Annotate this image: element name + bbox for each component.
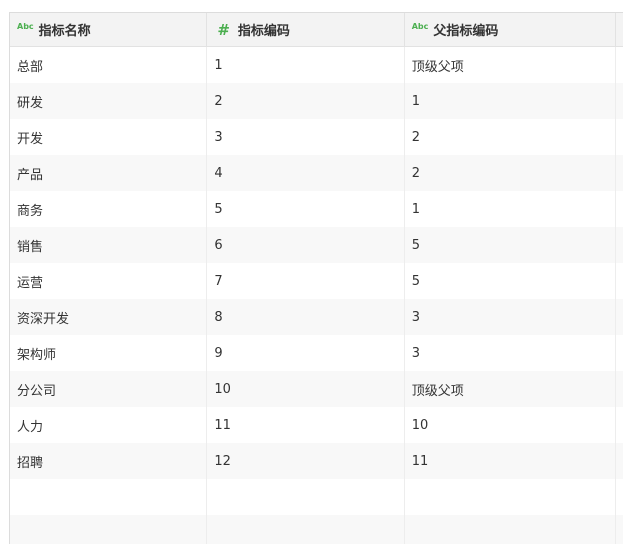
column-header-overflow [616,13,623,46]
table-row[interactable]: 招聘 12 11 [10,443,623,479]
cell-parent-code[interactable]: 1 [405,191,616,227]
cell-parent-code[interactable]: 1 [405,83,616,119]
cell-indicator-code[interactable]: 5 [207,191,405,227]
cell-parent-code[interactable]: 5 [405,263,616,299]
cell-overflow [616,47,623,83]
cell-indicator-code[interactable]: 4 [207,155,405,191]
cell-parent-code[interactable]: 2 [405,155,616,191]
cell-indicator-name[interactable]: 运营 [10,263,208,299]
table-row[interactable] [10,479,623,515]
cell-indicator-code[interactable]: 9 [207,335,405,371]
column-header-parent-code[interactable]: Abc 父指标编码 [405,13,616,46]
text-type-icon: Abc [411,22,429,31]
number-type-icon: # [217,20,230,39]
cell-parent-code[interactable]: 5 [405,227,616,263]
cell-indicator-code[interactable] [207,515,405,544]
cell-indicator-name[interactable]: 分公司 [10,371,208,407]
cell-parent-code[interactable]: 3 [405,335,616,371]
table-row[interactable]: 运营 7 5 [10,263,623,299]
table-row[interactable]: 人力 11 10 [10,407,623,443]
table-body: 总部 1 顶级父项 研发 2 1 开发 3 2 产品 4 2 商务 5 1 销售 6 5 运营 7 5 资深开发 8 3 架构师… [10,47,623,544]
cell-parent-code[interactable]: 10 [405,407,616,443]
cell-overflow [616,119,623,155]
cell-indicator-code[interactable]: 7 [207,263,405,299]
cell-indicator-name[interactable]: 商务 [10,191,208,227]
column-header-indicator-code[interactable]: # 指标编码 [207,13,405,46]
cell-parent-code[interactable]: 顶级父项 [405,47,616,83]
cell-overflow [616,227,623,263]
cell-indicator-name[interactable]: 总部 [10,47,208,83]
cell-parent-code[interactable]: 3 [405,299,616,335]
cell-indicator-code[interactable]: 3 [207,119,405,155]
cell-indicator-name[interactable]: 销售 [10,227,208,263]
table-row[interactable]: 销售 6 5 [10,227,623,263]
cell-parent-code[interactable]: 2 [405,119,616,155]
table-row[interactable]: 研发 2 1 [10,83,623,119]
cell-indicator-code[interactable]: 2 [207,83,405,119]
table-header: Abc 指标名称 # 指标编码 Abc 父指标编码 [10,13,623,47]
cell-overflow [616,299,623,335]
cell-indicator-code[interactable]: 12 [207,443,405,479]
cell-indicator-name[interactable]: 产品 [10,155,208,191]
column-header-indicator-name[interactable]: Abc 指标名称 [10,13,208,46]
cell-overflow [616,443,623,479]
cell-indicator-name[interactable] [10,515,208,544]
column-header-label: 父指标编码 [433,24,499,39]
cell-indicator-name[interactable]: 研发 [10,83,208,119]
cell-overflow [616,155,623,191]
cell-indicator-name[interactable]: 招聘 [10,443,208,479]
cell-indicator-code[interactable]: 10 [207,371,405,407]
cell-indicator-name[interactable] [10,479,208,515]
cell-overflow [616,263,623,299]
table-row[interactable]: 分公司 10 顶级父项 [10,371,623,407]
cell-indicator-code[interactable]: 6 [207,227,405,263]
cell-overflow [616,83,623,119]
table-row[interactable]: 资深开发 8 3 [10,299,623,335]
cell-parent-code[interactable] [405,479,616,515]
table-row[interactable] [10,515,623,544]
table-row[interactable]: 开发 3 2 [10,119,623,155]
cell-indicator-name[interactable]: 架构师 [10,335,208,371]
cell-indicator-code[interactable]: 1 [207,47,405,83]
cell-overflow [616,407,623,443]
cell-indicator-code[interactable]: 11 [207,407,405,443]
cell-indicator-name[interactable]: 资深开发 [10,299,208,335]
cell-parent-code[interactable]: 11 [405,443,616,479]
text-type-icon: Abc [17,22,34,31]
cell-indicator-code[interactable] [207,479,405,515]
table-row[interactable]: 架构师 9 3 [10,335,623,371]
cell-parent-code[interactable]: 顶级父项 [405,371,616,407]
data-table: Abc 指标名称 # 指标编码 Abc 父指标编码 总部 1 顶级父项 研发 2 1 开发 3… [9,12,623,544]
cell-overflow [616,371,623,407]
column-header-label: 指标编码 [237,24,290,39]
cell-overflow [616,515,623,544]
column-header-label: 指标名称 [38,24,91,39]
table-row[interactable]: 总部 1 顶级父项 [10,47,623,83]
cell-indicator-name[interactable]: 人力 [10,407,208,443]
cell-overflow [616,335,623,371]
cell-overflow [616,191,623,227]
table-row[interactable]: 产品 4 2 [10,155,623,191]
cell-indicator-name[interactable]: 开发 [10,119,208,155]
table-row[interactable]: 商务 5 1 [10,191,623,227]
cell-parent-code[interactable] [405,515,616,544]
cell-indicator-code[interactable]: 8 [207,299,405,335]
cell-overflow [616,479,623,515]
